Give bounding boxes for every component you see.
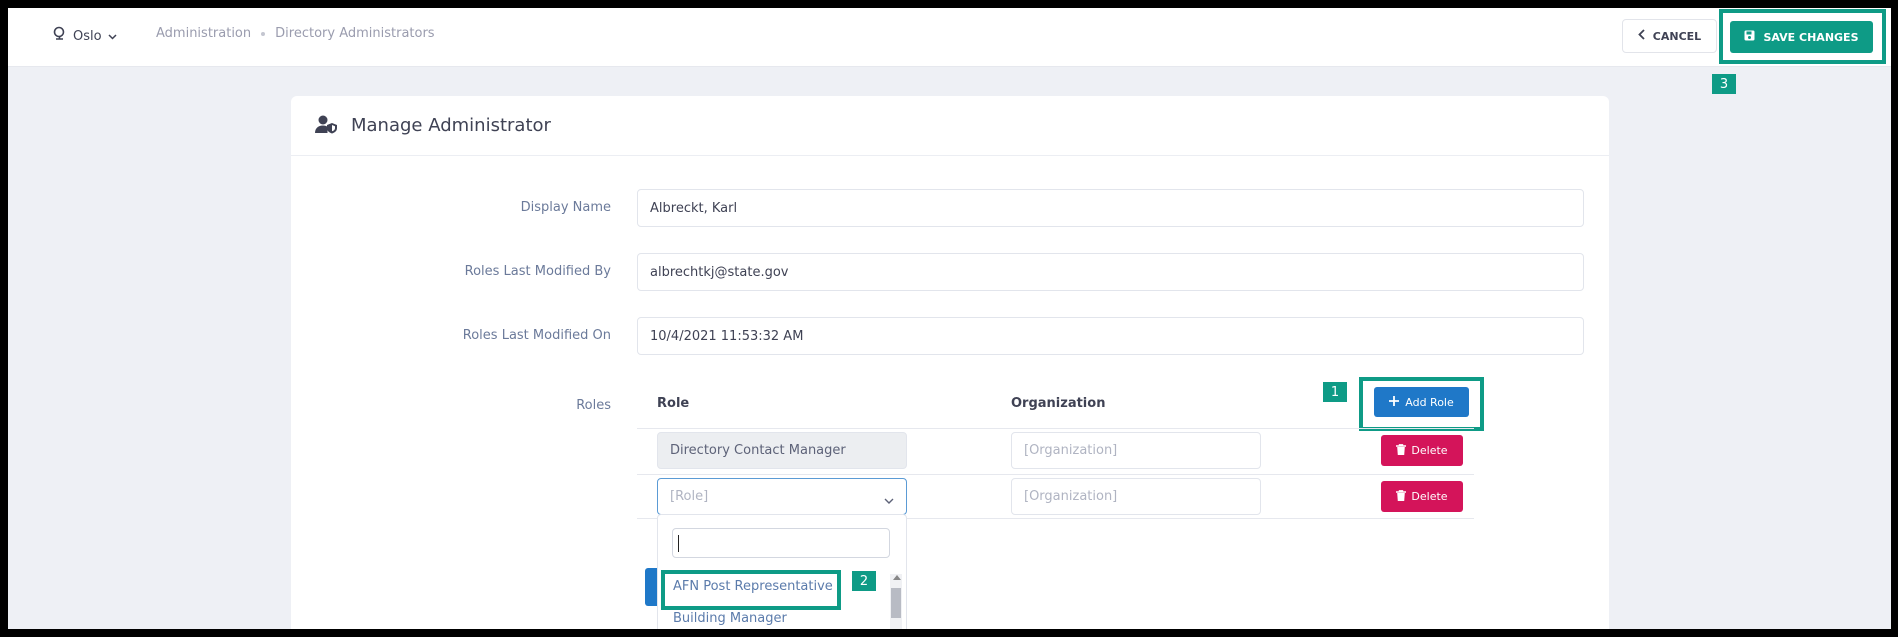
roles-modified-by-field[interactable]: albrechtkj@state.gov <box>637 253 1584 291</box>
roles-label: Roles <box>576 398 611 413</box>
role-select[interactable]: [Role] <box>657 478 907 515</box>
manage-administrator-card: Manage Administrator Display Name Albrec… <box>291 96 1609 629</box>
highlight-save-changes <box>1719 9 1886 64</box>
breadcrumb-separator <box>261 31 266 36</box>
organization-field[interactable]: [Organization] <box>1011 478 1261 515</box>
display-name-field[interactable]: Albreckt, Karl <box>637 189 1584 227</box>
dropdown-scroll-thumb[interactable] <box>891 588 901 618</box>
delete-label: Delete <box>1411 490 1448 503</box>
globe-icon <box>53 26 67 46</box>
chevron-left-icon <box>1638 29 1645 43</box>
annotation-badge-1: 1 <box>1323 382 1347 402</box>
highlight-add-role <box>1359 377 1484 431</box>
trash-icon <box>1396 443 1407 458</box>
card-header: Manage Administrator <box>291 96 1609 156</box>
role-select-placeholder: [Role] <box>670 489 709 504</box>
scroll-up-arrow-icon[interactable] <box>893 575 901 580</box>
breadcrumb: Administration Directory Administrators <box>156 26 435 41</box>
delete-label: Delete <box>1411 444 1448 457</box>
organization-column-header: Organization <box>1011 396 1106 411</box>
roles-modified-by-label: Roles Last Modified By <box>464 264 611 279</box>
app-frame: Oslo Administration Directory Administra… <box>8 8 1891 629</box>
cancel-label: CANCEL <box>1652 29 1702 43</box>
page-title: Manage Administrator <box>351 115 551 136</box>
table-divider <box>637 474 1474 475</box>
hidden-action-button[interactable] <box>645 568 657 606</box>
trash-icon <box>1396 489 1407 504</box>
dropdown-option[interactable]: Building Manager <box>673 611 787 626</box>
annotation-badge-3: 3 <box>1712 74 1736 94</box>
delete-role-button[interactable]: Delete <box>1381 435 1463 466</box>
table-divider <box>637 428 1474 429</box>
roles-modified-on-label: Roles Last Modified On <box>462 328 611 343</box>
text-caret <box>678 535 679 552</box>
display-name-label: Display Name <box>520 200 611 215</box>
role-column-header: Role <box>657 396 690 411</box>
breadcrumb-directory-administrators: Directory Administrators <box>275 26 435 41</box>
role-search-input[interactable] <box>672 528 890 558</box>
top-bar: Oslo Administration Directory Administra… <box>8 8 1891 67</box>
site-selector[interactable]: Oslo <box>53 26 117 46</box>
chevron-down-icon <box>884 493 894 508</box>
role-field-readonly: Directory Contact Manager <box>657 432 907 469</box>
highlight-afn-option <box>661 570 841 610</box>
site-name: Oslo <box>73 28 102 44</box>
cancel-button[interactable]: CANCEL <box>1622 19 1717 53</box>
user-shield-icon <box>315 114 339 138</box>
organization-field[interactable]: [Organization] <box>1011 432 1261 469</box>
annotation-badge-2: 2 <box>852 571 876 591</box>
chevron-down-icon <box>108 29 117 44</box>
delete-role-button[interactable]: Delete <box>1381 481 1463 512</box>
roles-modified-on-field[interactable]: 10/4/2021 11:53:32 AM <box>637 317 1584 355</box>
breadcrumb-administration[interactable]: Administration <box>156 26 251 41</box>
